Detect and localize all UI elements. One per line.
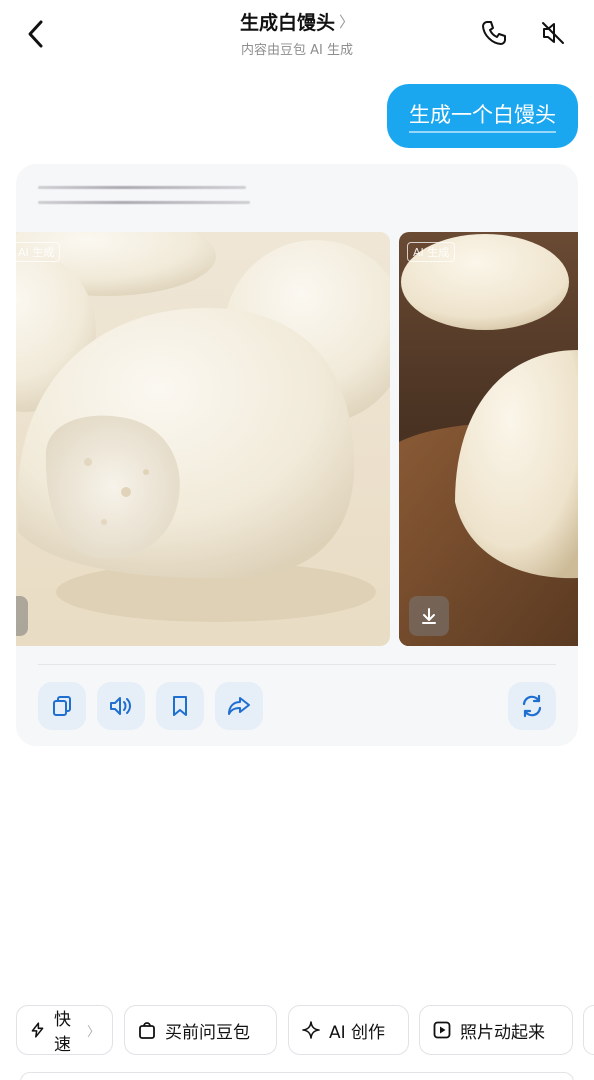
download-icon (16, 611, 22, 621)
sparkle-icon (302, 1021, 320, 1039)
blurred-text-line (38, 201, 250, 204)
generated-image-2[interactable]: AI 生成 (399, 232, 578, 646)
user-message-text: 生成一个白馒头 (409, 99, 556, 133)
shopping-bag-icon (139, 1022, 155, 1039)
share-button[interactable] (215, 682, 263, 730)
chip-animate-photo[interactable]: 照片动起来 (419, 1005, 573, 1055)
download-button[interactable] (16, 596, 28, 636)
bookmark-button[interactable] (156, 682, 204, 730)
mute-button[interactable] (535, 15, 571, 51)
card-divider (38, 664, 556, 665)
chip-label: AI 创作 (329, 1022, 386, 1043)
chevron-right-icon: 〉 (86, 1024, 100, 1040)
chip-fast-mode[interactable]: 快速 〉 (16, 1005, 113, 1055)
call-button[interactable] (476, 15, 512, 51)
read-aloud-button[interactable] (97, 682, 145, 730)
blurred-text-line (38, 186, 246, 189)
chip-more-partial[interactable] (583, 1005, 594, 1055)
ai-generated-badge: AI 生成 (407, 242, 456, 262)
download-icon (422, 608, 436, 624)
chip-label: 快速 (54, 1010, 72, 1055)
speaker-muted-icon (542, 22, 564, 44)
share-arrow-icon (228, 697, 250, 715)
download-button[interactable] (409, 596, 449, 636)
steamed-bun-on-board-image (399, 232, 578, 646)
lightning-icon (31, 1022, 44, 1038)
chevron-right-icon: 〉 (339, 13, 355, 31)
top-bar: 生成白馒头 〉 内容由豆包 AI 生成 (0, 0, 594, 70)
play-square-icon (433, 1021, 451, 1039)
ai-response-card: AI 生成 AI 生成 (16, 164, 578, 746)
refresh-icon (522, 694, 542, 718)
steamed-bun-image (16, 232, 390, 646)
user-message-bubble[interactable]: 生成一个白馒头 (387, 84, 578, 148)
bookmark-icon (173, 696, 187, 716)
message-input-bar[interactable] (20, 1072, 574, 1080)
chip-ask-before-buy[interactable]: 买前问豆包 (124, 1005, 277, 1055)
regenerate-button[interactable] (508, 682, 556, 730)
chip-label: 买前问豆包 (165, 1022, 250, 1043)
copy-icon (53, 696, 71, 716)
generated-image-1[interactable]: AI 生成 (16, 232, 390, 646)
phone-icon (482, 21, 506, 45)
chip-ai-create[interactable]: AI 创作 (288, 1005, 409, 1055)
chip-label: 照片动起来 (460, 1022, 545, 1043)
speaker-icon (110, 697, 131, 715)
ai-generated-badge: AI 生成 (16, 242, 61, 262)
conversation-title: 生成白馒头 (239, 12, 335, 34)
copy-button[interactable] (38, 682, 86, 730)
